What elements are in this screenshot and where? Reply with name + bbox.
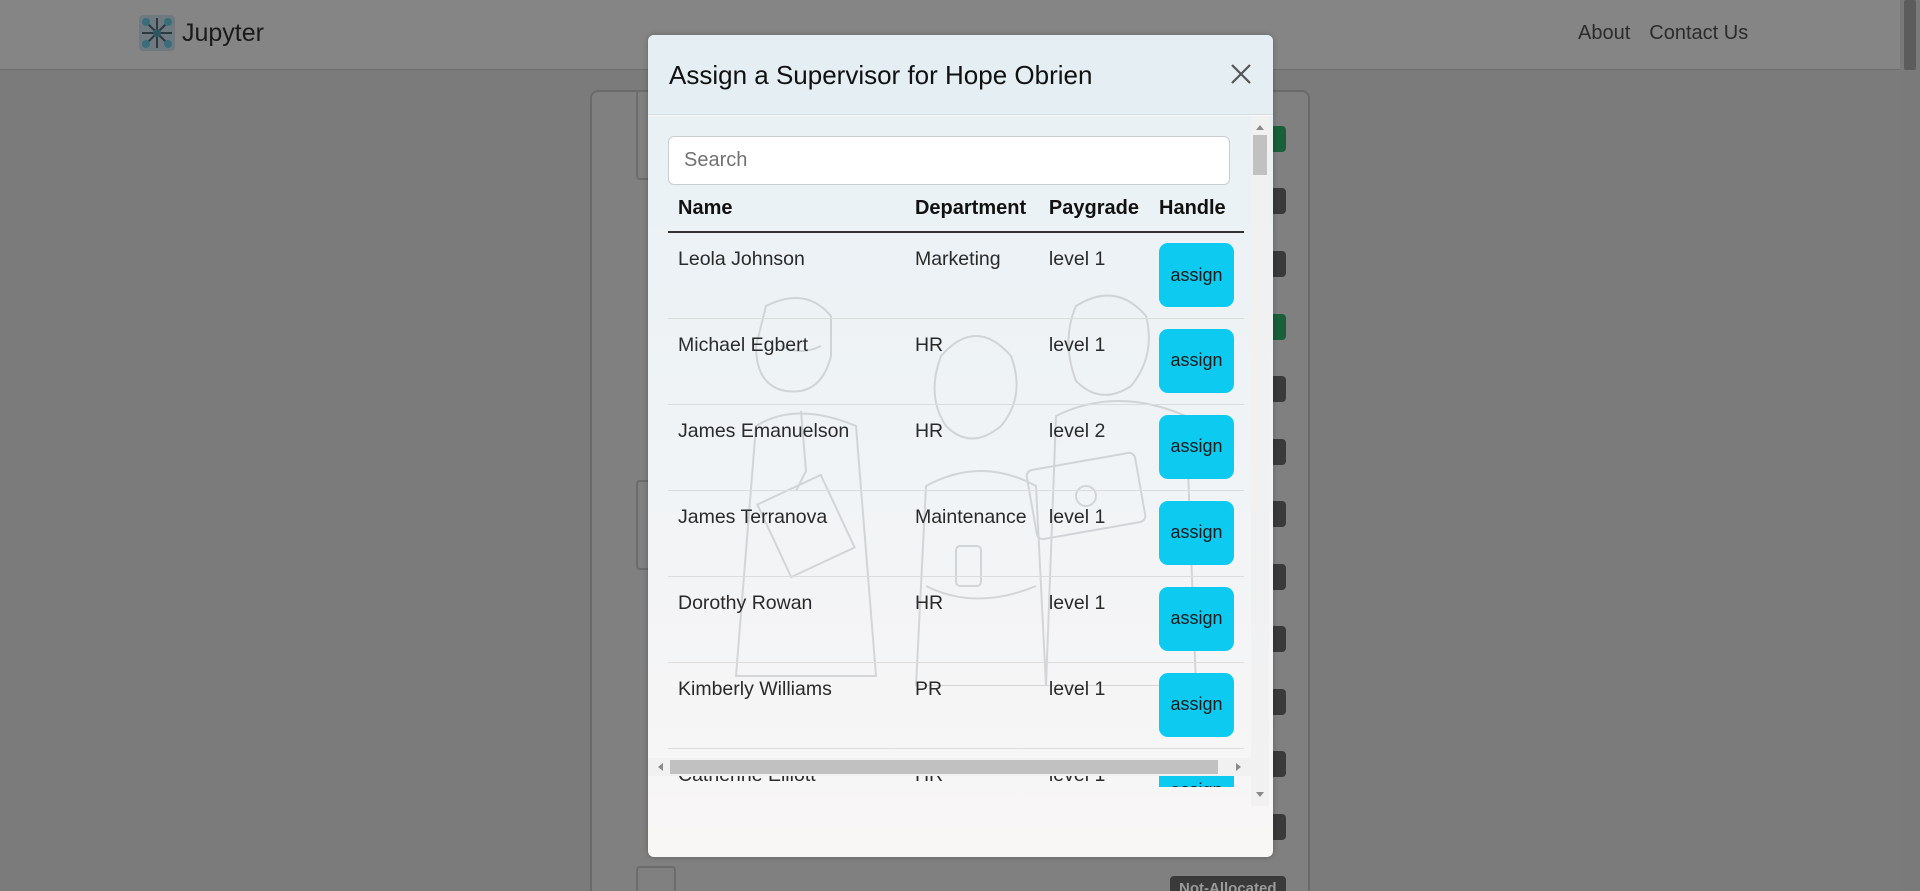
cell-paygrade: level 1 bbox=[1038, 662, 1149, 749]
modal-header: Assign a Supervisor for Hope Obrien bbox=[648, 35, 1273, 115]
page-scrollbar[interactable] bbox=[1900, 0, 1920, 891]
cell-paygrade: level 2 bbox=[1038, 404, 1149, 491]
cell-paygrade: level 1 bbox=[1038, 490, 1149, 577]
nav-links: About Contact Us bbox=[1578, 22, 1748, 45]
page-scrollbar-thumb[interactable] bbox=[1904, 0, 1916, 70]
table-row: James Terranova Maintenance level 1 assi… bbox=[668, 490, 1244, 577]
cell-name: Michael Egbert bbox=[668, 318, 905, 405]
modal-body: Name Department Paygrade Handle Leola Jo… bbox=[648, 116, 1273, 826]
cell-handle: assign bbox=[1149, 490, 1244, 577]
table-row: Kimberly Williams PR level 1 assign bbox=[668, 662, 1244, 749]
cell-handle: assign bbox=[1149, 318, 1244, 405]
assign-button[interactable]: assign bbox=[1159, 328, 1234, 393]
column-header-name[interactable]: Name bbox=[668, 186, 905, 233]
background-status-badge-label: Not-Allocated bbox=[1170, 876, 1286, 891]
vertical-scrollbar[interactable] bbox=[1251, 116, 1269, 806]
nav-link-about[interactable]: About bbox=[1578, 22, 1630, 45]
assign-button[interactable]: assign bbox=[1159, 500, 1234, 565]
assign-supervisor-modal: Assign a Supervisor for Hope Obrien Sear… bbox=[648, 35, 1273, 857]
assign-button[interactable]: assign bbox=[1159, 586, 1234, 651]
table-header-row: Name Department Paygrade Handle bbox=[668, 186, 1244, 233]
cell-name: Kimberly Williams bbox=[668, 662, 905, 749]
cell-department: HR bbox=[904, 576, 1039, 663]
cell-name: James Emanuelson bbox=[668, 404, 905, 491]
cell-department: HR bbox=[904, 318, 1039, 405]
table-row: Michael Egbert HR level 1 assign bbox=[668, 318, 1244, 405]
supervisor-table: Name Department Paygrade Handle Leola Jo… bbox=[668, 186, 1244, 787]
scroll-down-arrow-icon[interactable] bbox=[1256, 792, 1264, 797]
search-input[interactable] bbox=[668, 136, 1230, 185]
column-header-paygrade[interactable]: Paygrade bbox=[1038, 186, 1149, 233]
jupyter-logo-icon bbox=[139, 15, 175, 51]
background-sketch bbox=[636, 866, 676, 891]
horizontal-scrollbar[interactable] bbox=[648, 758, 1251, 776]
cell-department: Maintenance bbox=[904, 490, 1039, 577]
cell-paygrade: level 1 bbox=[1038, 576, 1149, 663]
brand[interactable]: Jupyter bbox=[138, 14, 264, 52]
cell-paygrade: level 1 bbox=[1038, 318, 1149, 405]
cell-name: James Terranova bbox=[668, 490, 905, 577]
cell-department: HR bbox=[904, 404, 1039, 491]
table-row: Leola Johnson Marketing level 1 assign bbox=[668, 232, 1244, 319]
horizontal-scrollbar-thumb[interactable] bbox=[670, 760, 1218, 774]
scroll-up-arrow-icon[interactable] bbox=[1256, 125, 1264, 130]
cell-name: Dorothy Rowan bbox=[668, 576, 905, 663]
scroll-right-arrow-icon[interactable] bbox=[1236, 763, 1241, 771]
modal-title: Assign a Supervisor for Hope Obrien bbox=[669, 60, 1093, 90]
cell-department: PR bbox=[904, 662, 1039, 749]
assign-button[interactable]: assign bbox=[1159, 672, 1234, 737]
close-icon[interactable] bbox=[1226, 59, 1256, 89]
brand-name: Jupyter bbox=[182, 18, 264, 47]
assign-button[interactable]: assign bbox=[1159, 243, 1234, 307]
cell-handle: assign bbox=[1149, 662, 1244, 749]
assign-button[interactable]: assign bbox=[1159, 414, 1234, 479]
column-header-department[interactable]: Department bbox=[904, 186, 1039, 233]
supervisor-table-container: Name Department Paygrade Handle Leola Jo… bbox=[668, 186, 1244, 787]
table-row: James Emanuelson HR level 2 assign bbox=[668, 404, 1244, 491]
scroll-left-arrow-icon[interactable] bbox=[658, 763, 663, 771]
cell-department: Marketing bbox=[904, 232, 1039, 319]
cell-handle: assign bbox=[1149, 404, 1244, 491]
cell-name: Leola Johnson bbox=[668, 232, 905, 319]
column-header-handle: Handle bbox=[1149, 186, 1244, 233]
nav-link-contact-us[interactable]: Contact Us bbox=[1649, 22, 1748, 45]
vertical-scrollbar-thumb[interactable] bbox=[1253, 135, 1267, 175]
cell-handle: assign bbox=[1149, 232, 1244, 319]
cell-paygrade: level 1 bbox=[1038, 232, 1149, 319]
cell-handle: assign bbox=[1149, 576, 1244, 663]
table-row: Dorothy Rowan HR level 1 assign bbox=[668, 576, 1244, 663]
